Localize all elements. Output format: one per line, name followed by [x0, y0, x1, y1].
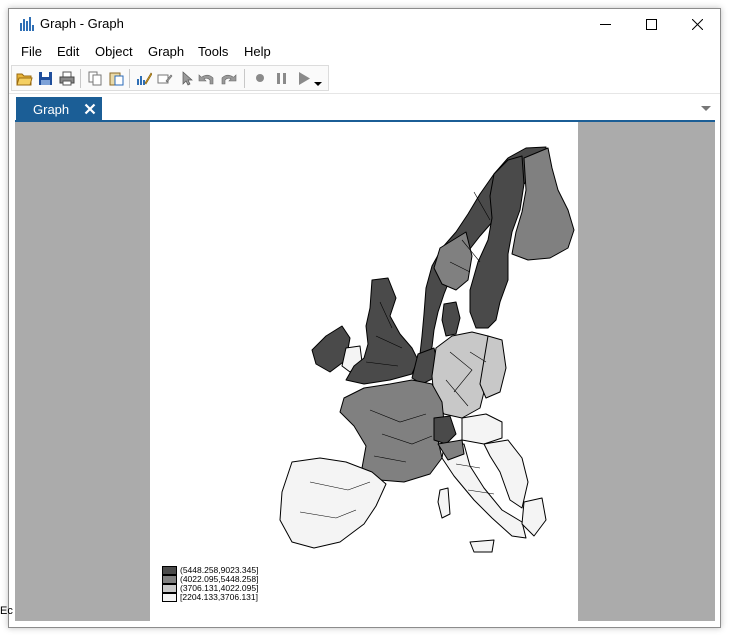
region-sardinia [437, 487, 451, 519]
play-icon [299, 71, 310, 85]
menu-object[interactable]: Object [95, 44, 133, 59]
pointer-button[interactable] [176, 69, 195, 87]
maximize-icon [645, 18, 657, 30]
menu-help[interactable]: Help [244, 44, 271, 59]
region-greece [521, 497, 547, 537]
toolbar [11, 65, 329, 91]
paste-button[interactable] [106, 69, 125, 87]
legend-swatch [162, 566, 177, 575]
print-button[interactable] [57, 69, 76, 87]
pause-button[interactable] [272, 69, 291, 87]
tab-graph[interactable]: Graph [16, 97, 102, 122]
close-icon [691, 18, 703, 30]
menu-graph[interactable]: Graph [148, 44, 184, 59]
legend-swatch [162, 593, 177, 602]
graph-editor-icon [136, 72, 152, 85]
chevron-down-icon [314, 81, 322, 86]
legend-label: [2204.133,3706.131] [180, 592, 258, 602]
rename-icon [157, 74, 172, 83]
close-tab-icon[interactable] [84, 103, 96, 115]
tab-bar: Graph [9, 93, 720, 122]
menu-file[interactable]: File [21, 44, 42, 59]
menu-tools[interactable]: Tools [198, 44, 228, 59]
undo-icon [198, 73, 214, 84]
open-icon [16, 73, 33, 85]
maximize-button[interactable] [628, 9, 674, 39]
print-icon [59, 71, 74, 85]
title-bar: Graph - Graph [9, 9, 720, 39]
toolbar-separator [80, 69, 81, 88]
map-legend: (5448.258,9023.345] (4022.095,5448.258] … [162, 565, 282, 602]
play-dropdown-button[interactable] [312, 69, 324, 87]
graph-editor-button[interactable] [134, 69, 153, 87]
minimize-icon [599, 23, 611, 25]
legend-swatch [162, 575, 177, 584]
graph-window: Graph - Graph File Edit Object Graph Too… [8, 8, 721, 628]
save-button[interactable] [36, 69, 55, 87]
region-sicily [469, 539, 495, 553]
legend-swatch [162, 584, 177, 593]
region-austria [461, 413, 503, 445]
menu-bar: File Edit Object Graph Tools Help [9, 39, 720, 63]
legend-entry: [2204.133,3706.131] [162, 592, 282, 602]
copy-button[interactable] [85, 69, 104, 87]
pause-icon [276, 72, 286, 84]
minimize-button[interactable] [582, 9, 628, 39]
copy-icon [88, 71, 101, 85]
paste-icon [109, 72, 123, 85]
graph-canvas-area: (5448.258,9023.345] (4022.095,5448.258] … [15, 122, 715, 621]
region-iberia [279, 457, 387, 549]
region-denmark [441, 301, 461, 337]
region-great-britain [345, 277, 419, 385]
tab-graph-label: Graph [33, 102, 70, 117]
graph-page: (5448.258,9023.345] (4022.095,5448.258] … [150, 122, 578, 621]
rename-button[interactable] [155, 69, 174, 87]
pointer-icon [182, 70, 193, 85]
region-alps-dark [433, 415, 457, 445]
redo-button[interactable] [219, 69, 238, 87]
menu-edit[interactable]: Edit [57, 44, 79, 59]
toolbar-separator [244, 69, 245, 88]
toolbar-separator [129, 69, 130, 88]
record-button[interactable] [250, 69, 269, 87]
redo-icon [221, 73, 237, 84]
close-button[interactable] [674, 9, 720, 39]
graph-app-icon [20, 17, 34, 31]
background-text-fragment: Ec [0, 605, 13, 617]
undo-button[interactable] [197, 69, 216, 87]
tab-list-chevron-icon[interactable] [701, 106, 711, 112]
save-icon [39, 71, 52, 85]
open-button[interactable] [15, 69, 34, 87]
europe-choropleth-map [279, 146, 575, 553]
window-title: Graph - Graph [40, 16, 124, 31]
record-icon [255, 74, 264, 82]
